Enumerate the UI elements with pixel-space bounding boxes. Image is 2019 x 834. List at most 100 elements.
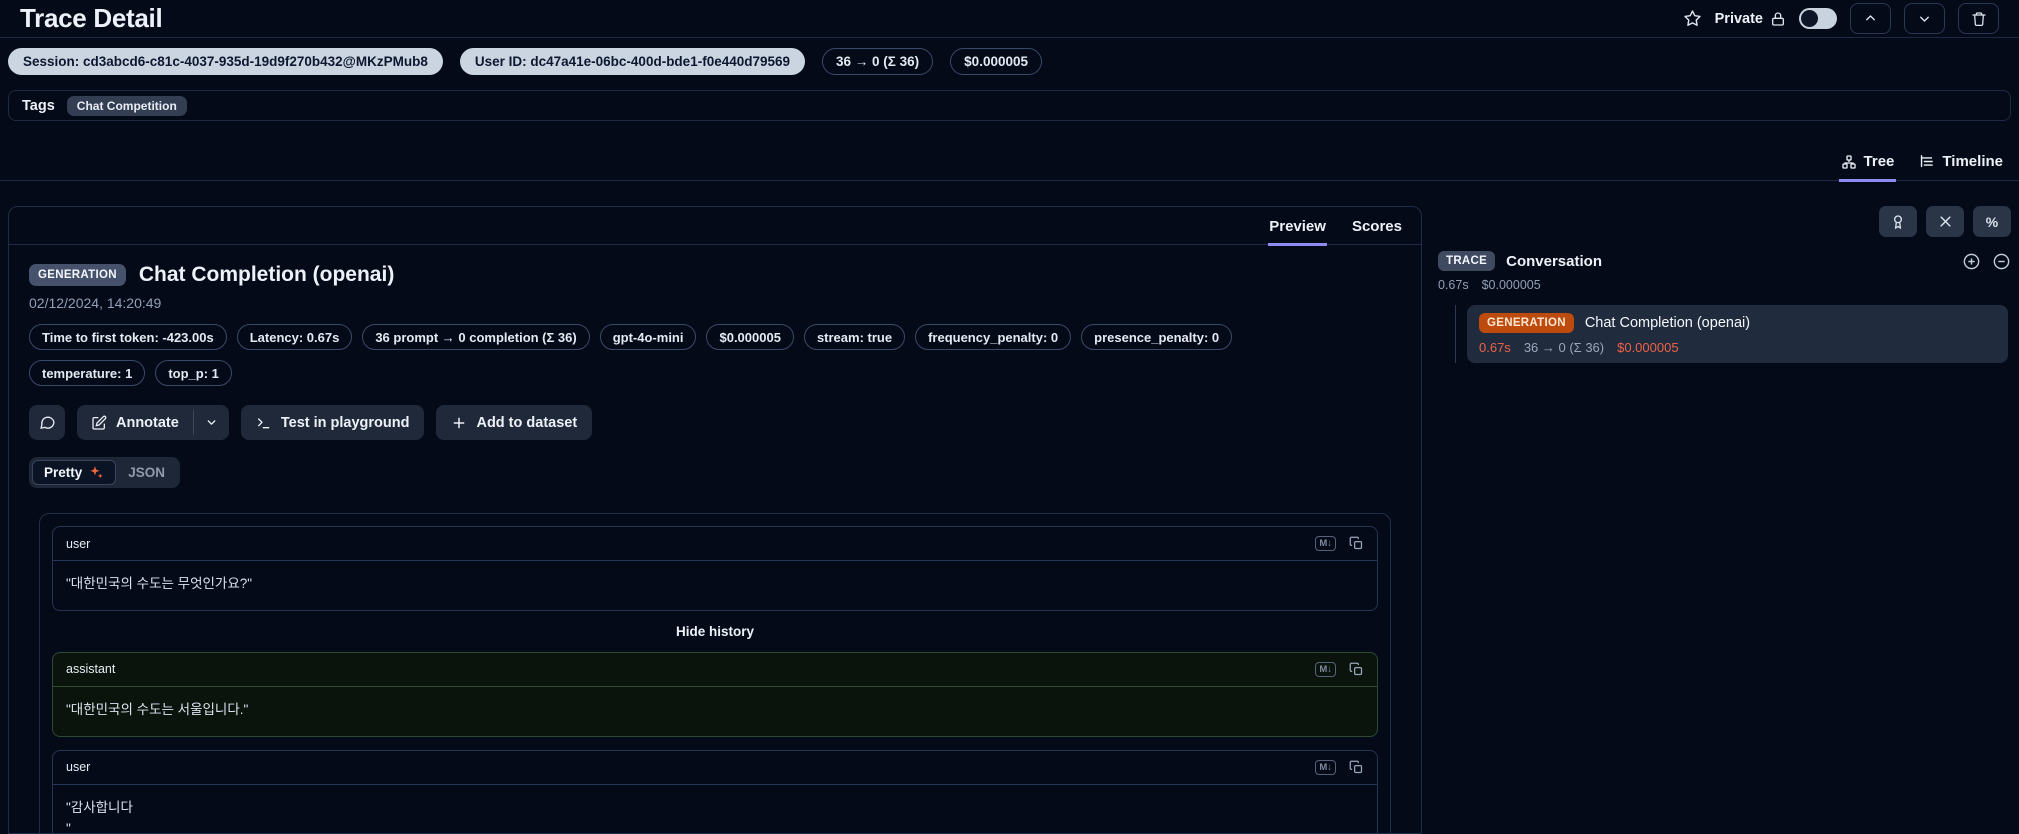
node-header: GENERATION Chat Completion (openai) <box>1479 313 1996 333</box>
format-pretty-button[interactable]: Pretty <box>32 460 117 485</box>
copy-button[interactable] <box>1349 760 1364 775</box>
scores-toggle-button[interactable] <box>1879 206 1917 237</box>
message-role: user <box>66 536 91 551</box>
annotate-dropdown-button[interactable] <box>194 405 229 440</box>
message-header-icons: M↓ <box>1315 536 1364 551</box>
copy-button[interactable] <box>1349 536 1364 551</box>
message-role: user <box>66 760 91 775</box>
message-header: assistant M↓ <box>53 653 1377 687</box>
message-content: "대한민국의 수도는 무엇인가요?" <box>66 576 253 591</box>
metric-badge: Time to first token: -423.00s <box>29 324 227 350</box>
privacy-label: Private <box>1714 10 1763 27</box>
metric-badge: top_p: 1 <box>155 360 232 386</box>
observation-detail: GENERATION Chat Completion (openai) 02/1… <box>9 245 1421 834</box>
markdown-icon[interactable]: M↓ <box>1315 759 1336 775</box>
comment-button[interactable] <box>29 405 65 440</box>
terminal-icon <box>256 415 272 431</box>
format-toggle: Pretty JSON <box>29 457 181 488</box>
tab-tree[interactable]: Tree <box>1838 153 1897 182</box>
metric-badge: Latency: 0.67s <box>236 324 353 350</box>
next-trace-button[interactable] <box>1904 3 1945 34</box>
collapse-nodes-button[interactable] <box>1992 252 2011 271</box>
star-icon <box>1683 9 1702 28</box>
copy-icon <box>1349 536 1364 551</box>
message-role: assistant <box>66 662 116 677</box>
annotate-button-group: Annotate <box>77 405 229 440</box>
message-header: user M↓ <box>53 751 1377 785</box>
trace-latency: 0.67s <box>1438 278 1469 292</box>
user-id-badge[interactable]: User ID: dc47a41e-06bc-400d-bde1-f0e440d… <box>459 48 806 75</box>
collapse-icon <box>1938 214 1953 229</box>
test-in-playground-label: Test in playground <box>280 414 410 431</box>
trace-title: Conversation <box>1506 252 1602 270</box>
format-json-button[interactable]: JSON <box>116 460 177 485</box>
bookmark-star-button[interactable] <box>1683 9 1702 28</box>
message-user-1: user M↓ "대한민국의 수도는 무엇인가요?" <box>52 526 1378 611</box>
comment-icon <box>39 414 56 431</box>
previous-trace-button[interactable] <box>1850 3 1891 34</box>
tab-preview[interactable]: Preview <box>1268 218 1327 246</box>
tag-chat-competition[interactable]: Chat Competition <box>66 95 187 116</box>
tags-section: Tags Chat Competition <box>8 90 2011 121</box>
tab-timeline[interactable]: Timeline <box>1916 153 2005 182</box>
expand-all-button[interactable] <box>1962 252 1981 271</box>
add-to-dataset-label: Add to dataset <box>476 414 578 431</box>
delete-trace-button[interactable] <box>1958 3 1999 34</box>
hide-history-button[interactable]: Hide history <box>676 624 754 639</box>
public-sharing-toggle[interactable] <box>1799 8 1837 29</box>
message-header-icons: M↓ <box>1315 759 1364 775</box>
metrics-toggle-button[interactable]: % <box>1973 206 2011 237</box>
header-actions: Private <box>1683 3 1999 34</box>
metric-badge: frequency_penalty: 0 <box>915 324 1072 350</box>
edit-icon <box>91 415 107 431</box>
node-tokens: 36 → 0 (Σ 36) <box>1523 340 1605 355</box>
message-header: user M↓ <box>53 527 1377 561</box>
copy-icon <box>1349 760 1364 775</box>
metric-badge: $0.000005 <box>706 324 794 350</box>
markdown-icon[interactable]: M↓ <box>1315 661 1336 677</box>
tree-icon <box>1841 154 1857 170</box>
metric-badge: 36 prompt → 0 completion (Σ 36) <box>362 324 590 350</box>
collapse-all-button[interactable] <box>1926 206 1964 237</box>
message-user-2: user M↓ "감사합니다 " <box>52 749 1378 834</box>
trace-tree-panel: % TRACE Conversation 0.67s $0.000005 GEN… <box>1438 206 2011 363</box>
metric-badge: presence_penalty: 0 <box>1081 324 1233 350</box>
generation-type-badge: GENERATION <box>1479 313 1574 333</box>
copy-button[interactable] <box>1349 662 1364 677</box>
view-mode-tabs: Tree Timeline <box>0 140 2019 182</box>
tree-node-trace[interactable]: TRACE Conversation <box>1438 251 2011 271</box>
annotate-label: Annotate <box>116 414 179 431</box>
observation-actions: Annotate Test in playground Add to datas… <box>29 405 1401 440</box>
timeline-icon <box>1918 153 1935 170</box>
annotate-button[interactable]: Annotate <box>77 405 193 440</box>
trace-metrics: 0.67s $0.000005 <box>1438 278 2011 292</box>
page-title: Trace Detail <box>20 3 163 33</box>
generation-type-badge: GENERATION <box>29 264 126 286</box>
add-to-dataset-button[interactable]: Add to dataset <box>436 405 593 440</box>
trace-type-badge: TRACE <box>1438 251 1496 271</box>
format-json-label: JSON <box>128 465 166 480</box>
trace-meta-row: Session: cd3abcd6-c81c-4037-935d-19d9f27… <box>8 48 1042 75</box>
markdown-icon[interactable]: M↓ <box>1315 536 1336 551</box>
tab-scores[interactable]: Scores <box>1351 218 1403 246</box>
plus-icon <box>451 415 467 431</box>
tags-label: Tags <box>22 97 55 114</box>
message-header-icons: M↓ <box>1315 661 1364 677</box>
circle-minus-icon <box>1992 252 2011 271</box>
chevron-down-icon <box>1917 11 1932 26</box>
tab-timeline-label: Timeline <box>1942 153 2003 170</box>
test-in-playground-button[interactable]: Test in playground <box>240 405 425 440</box>
chevron-down-icon <box>205 416 218 429</box>
session-badge[interactable]: Session: cd3abcd6-c81c-4037-935d-19d9f27… <box>8 48 443 75</box>
chevron-up-icon <box>1863 11 1878 26</box>
metric-badge: gpt-4o-mini <box>599 324 697 350</box>
token-usage-badge: 36 → 0 (Σ 36) <box>822 48 934 75</box>
tree-node-row: GENERATION Chat Completion (openai) 0.67… <box>1438 305 2011 363</box>
metric-badge: temperature: 1 <box>29 360 146 386</box>
message-content: "감사합니다 " <box>66 799 133 834</box>
format-pretty-label: Pretty <box>44 465 83 480</box>
tree-node-generation[interactable]: GENERATION Chat Completion (openai) 0.67… <box>1467 305 2008 363</box>
metric-badge: stream: true <box>803 324 906 350</box>
observation-timestamp: 02/12/2024, 14:20:49 <box>29 295 162 311</box>
node-cost: $0.000005 <box>1617 340 1679 355</box>
